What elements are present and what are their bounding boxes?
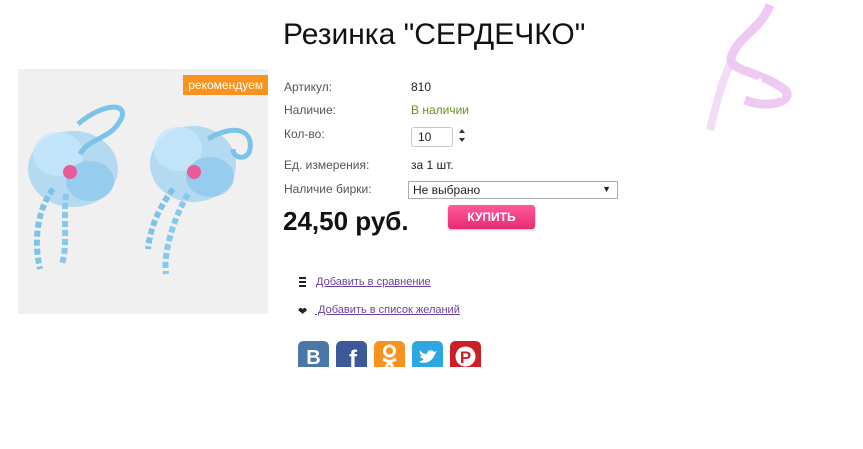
quantity-input[interactable]: [411, 127, 453, 147]
quantity-label: Кол-во:: [284, 127, 325, 141]
svg-text:B: B: [306, 347, 320, 367]
hair-tie-illustration: [18, 69, 268, 314]
price: 24,50 руб.: [283, 206, 409, 236]
add-to-wishlist-link[interactable]: Добавить в список желаний: [315, 304, 460, 316]
page-title: Резинка "СЕРДЕЧКО": [283, 18, 586, 51]
ribbon-decoration: [706, 3, 792, 131]
article-value: 810: [411, 80, 432, 94]
tag-select[interactable]: Не выбрано ▼: [408, 181, 618, 199]
increment-arrow-icon[interactable]: [459, 129, 465, 133]
availability-value: В наличии: [411, 103, 470, 117]
dropdown-arrow-icon: ▼: [602, 184, 611, 194]
odnoklassniki-icon[interactable]: [374, 341, 405, 367]
decrement-arrow-icon[interactable]: [459, 138, 465, 142]
unit-value: за 1 шт.: [411, 158, 454, 172]
tag-label: Наличие бирки:: [284, 182, 372, 196]
svg-text:P: P: [460, 348, 471, 367]
availability-label: Наличие:: [284, 103, 337, 117]
quantity-stepper[interactable]: [457, 127, 467, 147]
buy-button[interactable]: КУПИТЬ: [448, 205, 535, 229]
twitter-icon[interactable]: [412, 341, 443, 367]
pinterest-icon[interactable]: P: [450, 341, 481, 367]
list-icon: [299, 277, 306, 287]
facebook-icon[interactable]: f: [336, 341, 367, 367]
add-to-compare-link[interactable]: Добавить в сравнение: [316, 276, 431, 288]
product-image[interactable]: рекомендуем: [18, 69, 268, 314]
tag-select-value: Не выбрано: [413, 183, 481, 197]
unit-label: Ед. измерения:: [284, 158, 370, 172]
heart-icon: ❤: [298, 306, 308, 318]
svg-text:f: f: [349, 346, 358, 367]
article-label: Артикул:: [284, 80, 333, 94]
recommended-badge: рекомендуем: [183, 75, 268, 95]
vk-icon[interactable]: B: [298, 341, 329, 367]
